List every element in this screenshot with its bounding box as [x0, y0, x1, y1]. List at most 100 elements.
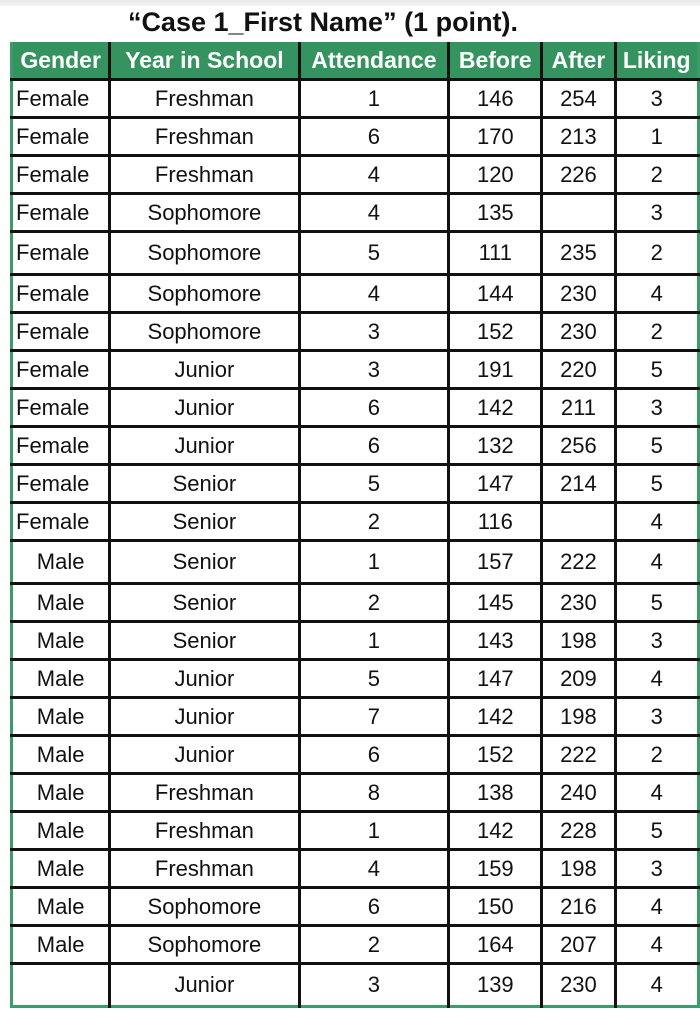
cell-year-in-school: Senior: [108, 621, 300, 661]
cell-after: 220: [540, 350, 615, 390]
cell-before: 142: [447, 697, 542, 737]
cell-attendance: 1: [297, 79, 449, 119]
table-row: Female Sophomore 3 152 230 2: [11, 312, 699, 352]
cell-gender: Female: [11, 388, 110, 428]
cell-attendance: 2: [297, 502, 449, 542]
cell-liking: 5: [613, 583, 699, 623]
cell-liking: 1: [613, 117, 699, 157]
cell-attendance: 1: [297, 540, 449, 585]
cell-after: [540, 193, 615, 233]
table-row: Female Freshman 1 146 254 3: [11, 79, 699, 119]
cell-before: 111: [447, 231, 542, 276]
top-bar: [0, 0, 700, 6]
header-before: Before: [447, 42, 542, 81]
cell-liking: 4: [613, 887, 699, 927]
cell-gender: Female: [11, 350, 110, 390]
table-row: Male Junior 5 147 209 4: [11, 659, 699, 699]
cell-liking: 3: [613, 849, 699, 889]
cell-year-in-school: Sophomore: [108, 274, 300, 314]
cell-liking: 3: [613, 621, 699, 661]
cell-after: 211: [540, 388, 615, 428]
cell-attendance: 4: [297, 193, 449, 233]
table-row: Male Freshman 1 142 228 5: [11, 811, 699, 851]
cell-year-in-school: Freshman: [108, 849, 300, 889]
cell-after: 198: [540, 621, 615, 661]
cell-attendance: 3: [297, 350, 449, 390]
cell-before: 157: [447, 540, 542, 585]
cell-before: 147: [447, 464, 542, 504]
cell-year-in-school: Junior: [108, 697, 300, 737]
cell-year-in-school: Junior: [108, 388, 300, 428]
cell-gender: Female: [11, 193, 110, 233]
cell-year-in-school: Sophomore: [108, 312, 300, 352]
cell-attendance: 4: [297, 849, 449, 889]
table-row: Male Senior 1 157 222 4: [11, 540, 699, 585]
cell-attendance: 4: [297, 274, 449, 314]
cell-liking: 5: [613, 811, 699, 851]
cell-gender: Female: [11, 464, 110, 504]
cell-liking: 3: [613, 697, 699, 737]
cell-year-in-school: Freshman: [108, 773, 300, 813]
cell-gender: Male: [11, 583, 110, 623]
cell-liking: 4: [613, 773, 699, 813]
header-row: Gender Year in School Attendance Before …: [11, 42, 699, 81]
cell-liking: 3: [613, 79, 699, 119]
cell-before: 142: [447, 811, 542, 851]
cell-year-in-school: Junior: [108, 350, 300, 390]
cell-year-in-school: Sophomore: [108, 925, 300, 965]
table-row: Male Junior 6 152 222 2: [11, 735, 699, 775]
cell-gender: Male: [11, 811, 110, 851]
cell-after: 214: [540, 464, 615, 504]
cell-before: 152: [447, 312, 542, 352]
cell-before: 159: [447, 849, 542, 889]
cell-after: 209: [540, 659, 615, 699]
cell-gender: Female: [11, 274, 110, 314]
cell-before: 138: [447, 773, 542, 813]
cell-year-in-school: Freshman: [108, 79, 300, 119]
cell-attendance: 4: [297, 155, 449, 195]
cell-before: 191: [447, 350, 542, 390]
cell-gender: Male: [11, 697, 110, 737]
cell-before: 143: [447, 621, 542, 661]
table-row: Female Sophomore 4 144 230 4: [11, 274, 699, 314]
table-row: Male Freshman 8 138 240 4: [11, 773, 699, 813]
cell-year-in-school: Junior: [108, 426, 300, 466]
cell-gender: Male: [11, 540, 110, 585]
header-liking: Liking: [613, 42, 699, 81]
table-row: Female Sophomore 5 111 235 2: [11, 231, 699, 276]
header-gender: Gender: [11, 42, 110, 81]
cell-gender: Female: [11, 117, 110, 157]
cell-before: 132: [447, 426, 542, 466]
cell-attendance: 6: [297, 117, 449, 157]
cell-liking: 4: [613, 540, 699, 585]
table-row: Female Freshman 6 170 213 1: [11, 117, 699, 157]
header-attendance: Attendance: [297, 42, 449, 81]
cell-after: 226: [540, 155, 615, 195]
cell-attendance: 6: [297, 887, 449, 927]
cell-year-in-school: Senior: [108, 540, 300, 585]
cell-before: 145: [447, 583, 542, 623]
cell-after: 235: [540, 231, 615, 276]
cell-liking: 2: [613, 231, 699, 276]
cell-gender: Male: [11, 887, 110, 927]
cell-attendance: 2: [297, 583, 449, 623]
cell-after: [540, 502, 615, 542]
cell-after: 256: [540, 426, 615, 466]
cell-after: 213: [540, 117, 615, 157]
cell-year-in-school: Senior: [108, 583, 300, 623]
table-row: Female Junior 6 142 211 3: [11, 388, 699, 428]
cell-after: 230: [540, 274, 615, 314]
cell-year-in-school: Junior: [108, 659, 300, 699]
cell-liking: 4: [613, 502, 699, 542]
cell-liking: 2: [613, 735, 699, 775]
cell-gender: Female: [11, 155, 110, 195]
cell-attendance: 8: [297, 773, 449, 813]
cell-after: 198: [540, 849, 615, 889]
cell-gender: Female: [11, 312, 110, 352]
cell-attendance: 2: [297, 925, 449, 965]
cell-gender: Male: [11, 849, 110, 889]
cell-attendance: 6: [297, 426, 449, 466]
header-after: After: [540, 42, 615, 81]
cell-after: 222: [540, 540, 615, 585]
cell-before: 147: [447, 659, 542, 699]
